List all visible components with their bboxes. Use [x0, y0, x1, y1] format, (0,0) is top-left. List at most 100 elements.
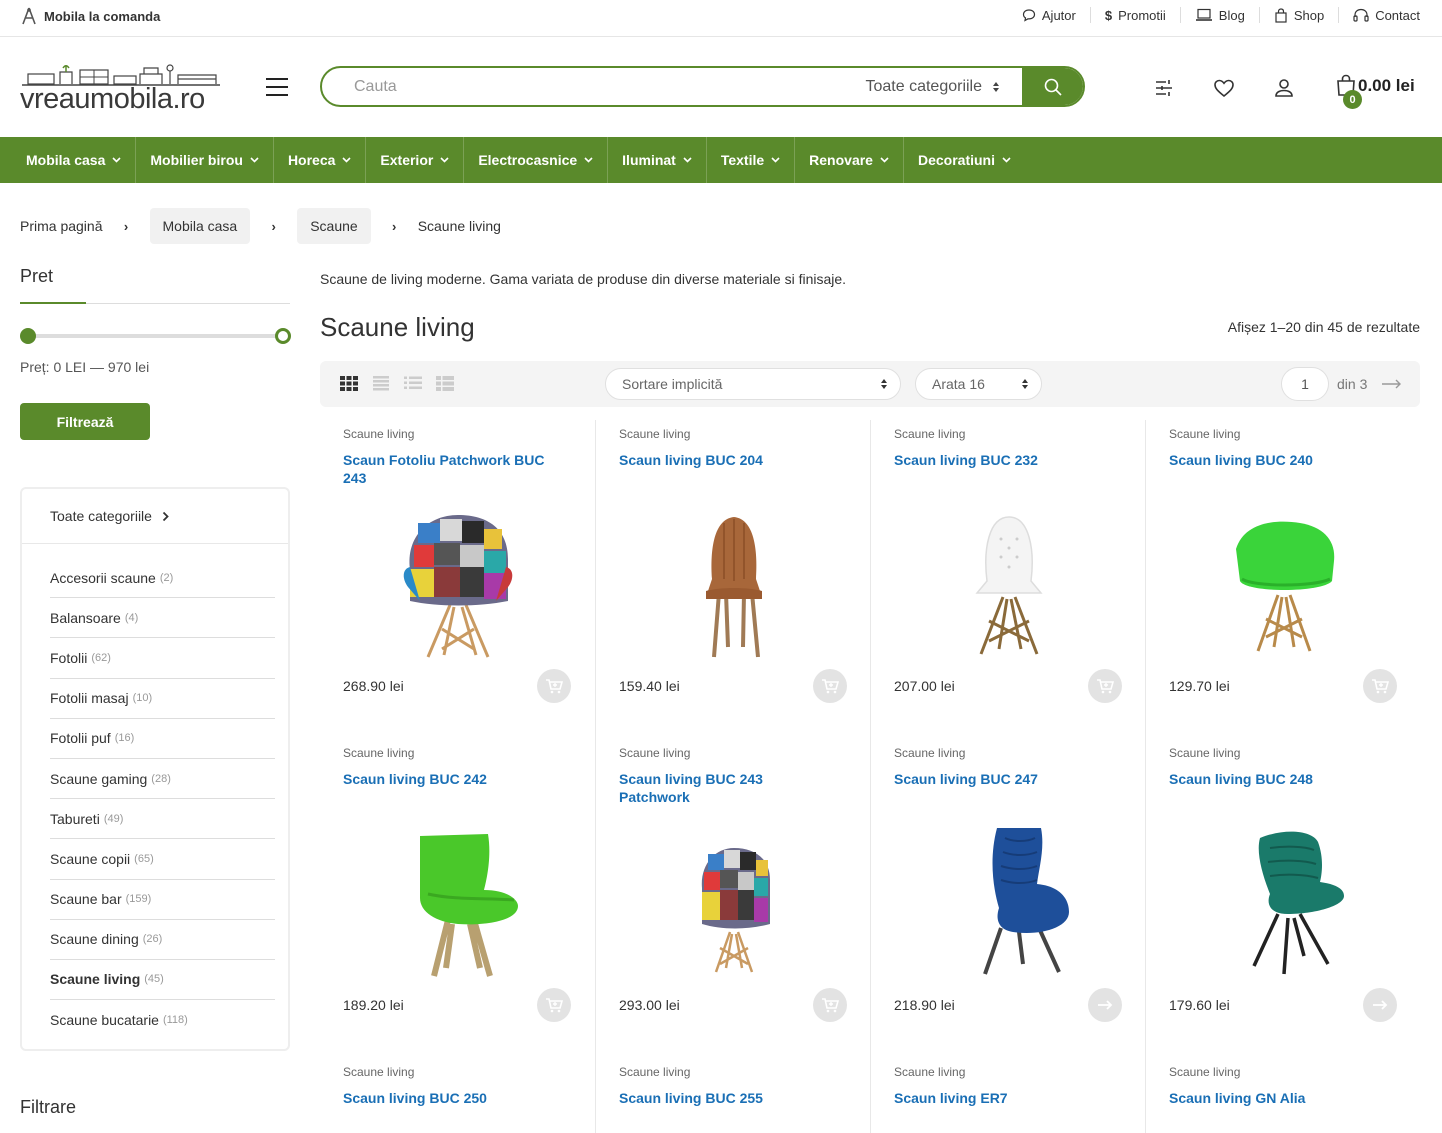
shop-link[interactable]: Shop	[1258, 7, 1338, 23]
category-item[interactable]: Scaune bucatarie (118)	[50, 1000, 275, 1040]
menu-hamburger-button[interactable]	[266, 78, 288, 96]
product-card[interactable]: Scaune living Scaun Fotoliu Patchwork BU…	[320, 420, 595, 739]
breadcrumb-home[interactable]: Prima pagină	[20, 208, 103, 244]
nav-item-mobila-casa[interactable]: Mobila casa	[0, 137, 137, 183]
product-name[interactable]: Scaun living BUC 204	[619, 451, 834, 469]
product-card[interactable]: Scaune living Scaun living GN Alia	[1145, 1058, 1420, 1133]
arrow-right-icon[interactable]	[1381, 379, 1403, 389]
product-name[interactable]: Scaun living ER7	[894, 1089, 1109, 1107]
product-card[interactable]: Scaune living Scaun living ER7	[870, 1058, 1145, 1133]
nav-item-textile[interactable]: Textile	[707, 137, 796, 183]
help-link[interactable]: Ajutor	[1008, 7, 1090, 23]
blog-link[interactable]: Blog	[1179, 7, 1259, 23]
product-card[interactable]: Scaune living Scaun living BUC 250	[320, 1058, 595, 1133]
view-product-button[interactable]	[1088, 988, 1122, 1022]
list-small-view-icon[interactable]	[436, 375, 454, 391]
product-card[interactable]: Scaune living Scaun living BUC 243 Patch…	[595, 739, 870, 1058]
nav-item-exterior[interactable]: Exterior	[366, 137, 465, 183]
product-category[interactable]: Scaune living	[343, 427, 414, 441]
site-logo[interactable]: vreaumobila.ro	[20, 62, 225, 115]
product-card[interactable]: Scaune living Scaun living BUC 247 218.9…	[870, 739, 1145, 1058]
nav-item-mobilier-birou[interactable]: Mobilier birou	[136, 137, 274, 183]
product-name[interactable]: Scaun living GN Alia	[1169, 1089, 1384, 1107]
product-card[interactable]: Scaune living Scaun living BUC 255	[595, 1058, 870, 1133]
search-button[interactable]	[1022, 68, 1083, 105]
product-name[interactable]: Scaun living BUC 240	[1169, 451, 1384, 469]
add-to-cart-button[interactable]	[537, 988, 571, 1022]
product-name[interactable]: Scaun living BUC 232	[894, 451, 1109, 469]
product-category[interactable]: Scaune living	[619, 1065, 690, 1079]
list-view-icon[interactable]	[404, 375, 422, 391]
category-item[interactable]: Tabureti (49)	[50, 799, 275, 840]
add-to-cart-button[interactable]	[1363, 669, 1397, 703]
product-image-blue-velvet-chair[interactable]	[909, 828, 1109, 978]
add-to-cart-button[interactable]	[813, 669, 847, 703]
product-name[interactable]: Scaun living BUC 255	[619, 1089, 834, 1107]
add-to-cart-button[interactable]	[537, 669, 571, 703]
slider-min-handle[interactable]	[20, 328, 36, 344]
product-name[interactable]: Scaun Fotoliu Patchwork BUC 243	[343, 451, 558, 487]
heart-icon[interactable]	[1212, 76, 1236, 100]
product-card[interactable]: Scaune living Scaun living BUC 204 159.4…	[595, 420, 870, 739]
contact-link[interactable]: Contact	[1338, 7, 1420, 23]
promo[interactable]: Mobila la comanda	[20, 7, 160, 25]
product-category[interactable]: Scaune living	[619, 746, 690, 760]
add-to-cart-button[interactable]	[813, 988, 847, 1022]
product-category[interactable]: Scaune living	[1169, 746, 1240, 760]
price-range-slider[interactable]	[20, 328, 291, 344]
product-card[interactable]: Scaune living Scaun living BUC 248 179.6…	[1145, 739, 1420, 1058]
category-item[interactable]: Accesorii scaune (2)	[50, 558, 275, 599]
product-card[interactable]: Scaune living Scaun living BUC 240 129.7…	[1145, 420, 1420, 739]
nav-item-iluminat[interactable]: Iluminat	[608, 137, 707, 183]
product-category[interactable]: Scaune living	[343, 746, 414, 760]
breadcrumb-mobila-casa[interactable]: Mobila casa	[149, 208, 251, 244]
product-card[interactable]: Scaune living Scaun living BUC 242 189.2…	[320, 739, 595, 1058]
product-category[interactable]: Scaune living	[894, 1065, 965, 1079]
product-card[interactable]: Scaune living Scaun living BUC 232 207.0…	[870, 420, 1145, 739]
product-name[interactable]: Scaun living BUC 242	[343, 770, 558, 788]
category-item[interactable]: Fotolii puf (16)	[50, 719, 275, 759]
per-page-select[interactable]: Arata 16	[915, 368, 1042, 400]
product-category[interactable]: Scaune living	[894, 746, 965, 760]
product-image-patchwork-armchair[interactable]	[358, 509, 558, 659]
search-category-select[interactable]: Toate categoriile	[862, 68, 1022, 105]
sort-select[interactable]: Sortare implicită	[605, 368, 901, 400]
product-image-teal-velvet-chair[interactable]	[1184, 828, 1384, 978]
product-name[interactable]: Scaun living BUC 250	[343, 1089, 558, 1107]
product-image-brown-leather-chair[interactable]	[634, 509, 834, 659]
category-item[interactable]: Scaune dining (26)	[50, 920, 275, 960]
nav-item-electrocasnice[interactable]: Electrocasnice	[464, 137, 609, 183]
nav-item-horeca[interactable]: Horeca	[274, 137, 367, 183]
page-number-input[interactable]: 1	[1281, 367, 1329, 401]
promotions-link[interactable]: $ Promotii	[1089, 7, 1180, 23]
nav-item-renovare[interactable]: Renovare	[795, 137, 904, 183]
product-name[interactable]: Scaun living BUC 248	[1169, 770, 1384, 788]
grid-view-icon[interactable]	[340, 375, 358, 391]
category-item[interactable]: Fotolii (62)	[50, 638, 275, 679]
breadcrumb-scaune[interactable]: Scaune	[297, 208, 371, 244]
category-item[interactable]: Fotolii masaj (10)	[50, 679, 275, 719]
product-category[interactable]: Scaune living	[619, 427, 690, 441]
cart-button[interactable]: 0 0.00 lei	[1336, 74, 1415, 109]
grid-extended-view-icon[interactable]	[372, 375, 390, 391]
filter-button[interactable]: Filtrează	[20, 403, 150, 440]
category-item[interactable]: Scaune bar (159)	[50, 880, 275, 920]
category-item[interactable]: Scaune gaming (28)	[50, 759, 275, 800]
category-item[interactable]: Scaune copii (65)	[50, 839, 275, 880]
product-category[interactable]: Scaune living	[894, 427, 965, 441]
product-image-patchwork-armchair-small[interactable]	[634, 828, 834, 978]
compare-icon[interactable]	[1152, 76, 1176, 100]
all-categories-link[interactable]: Toate categoriile	[22, 489, 288, 544]
product-name[interactable]: Scaun living BUC 247	[894, 770, 1109, 788]
product-name[interactable]: Scaun living BUC 243 Patchwork	[619, 770, 834, 806]
product-image-white-eames-chair[interactable]	[909, 509, 1109, 659]
category-item-active[interactable]: Scaune living (45)	[50, 960, 275, 1001]
user-icon[interactable]	[1272, 76, 1296, 100]
search-input[interactable]: Cauta	[322, 68, 862, 105]
view-product-button[interactable]	[1363, 988, 1397, 1022]
product-category[interactable]: Scaune living	[343, 1065, 414, 1079]
nav-item-decoratiuni[interactable]: Decoratiuni	[904, 137, 1025, 183]
category-item[interactable]: Balansoare (4)	[50, 598, 275, 639]
product-image-green-eames-armchair[interactable]	[1184, 509, 1384, 659]
product-category[interactable]: Scaune living	[1169, 1065, 1240, 1079]
